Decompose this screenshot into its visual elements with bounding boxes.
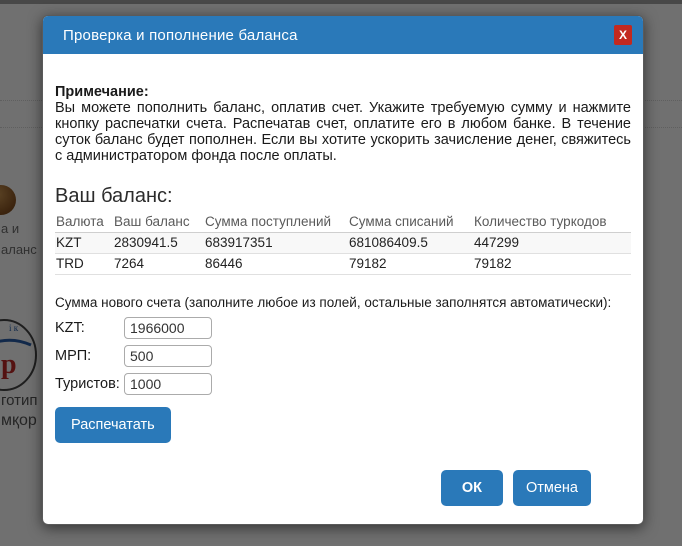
col-header-currency: Валюта <box>55 212 113 233</box>
cell-writeoff: 79182 <box>348 254 473 275</box>
balance-table: Валюта Ваш баланс Сумма поступлений Сумм… <box>55 212 631 275</box>
cell-tourcodes: 79182 <box>473 254 631 275</box>
dialog-titlebar[interactable]: Проверка и пополнение баланса X <box>43 16 643 54</box>
col-header-balance: Ваш баланс <box>113 212 204 233</box>
cell-balance: 7264 <box>113 254 204 275</box>
mrp-label: МРП: <box>55 348 124 364</box>
cell-tourcodes: 447299 <box>473 233 631 254</box>
form-row-tourists: Туристов: <box>55 373 631 395</box>
new-invoice-label: Сумма нового счета (заполните любое из п… <box>55 295 615 311</box>
kzt-label: KZT: <box>55 320 124 336</box>
invoice-form: KZT: МРП: Туристов: <box>55 317 631 395</box>
ok-button[interactable]: ОК <box>441 470 503 506</box>
cell-currency: TRD <box>55 254 113 275</box>
dialog-footer: ОК Отмена <box>441 470 591 506</box>
note-heading: Примечание: <box>55 84 631 100</box>
cell-income: 86446 <box>204 254 348 275</box>
cell-writeoff: 681086409.5 <box>348 233 473 254</box>
tourists-input[interactable] <box>124 373 212 395</box>
note-text: Вы можете пополнить баланс, оплатив счет… <box>55 100 631 164</box>
table-row: TRD 7264 86446 79182 79182 <box>55 254 631 275</box>
col-header-income: Сумма поступлений <box>204 212 348 233</box>
balance-dialog: Проверка и пополнение баланса X Примечан… <box>42 15 644 525</box>
cell-income: 683917351 <box>204 233 348 254</box>
col-header-writeoff: Сумма списаний <box>348 212 473 233</box>
balance-heading: Ваш баланс: <box>55 185 631 208</box>
cancel-button[interactable]: Отмена <box>513 470 591 506</box>
dialog-body: Примечание: Вы можете пополнить баланс, … <box>43 54 643 443</box>
balance-table-header-row: Валюта Ваш баланс Сумма поступлений Сумм… <box>55 212 631 233</box>
table-row: KZT 2830941.5 683917351 681086409.5 4472… <box>55 233 631 254</box>
dialog-title: Проверка и пополнение баланса <box>63 27 298 44</box>
form-row-mrp: МРП: <box>55 345 631 367</box>
mrp-input[interactable] <box>124 345 212 367</box>
cell-currency: KZT <box>55 233 113 254</box>
col-header-tourcodes: Количество туркодов <box>473 212 631 233</box>
close-icon[interactable]: X <box>614 25 632 45</box>
tourists-label: Туристов: <box>55 376 124 392</box>
print-button[interactable]: Распечатать <box>55 407 171 443</box>
cell-balance: 2830941.5 <box>113 233 204 254</box>
form-row-kzt: KZT: <box>55 317 631 339</box>
kzt-input[interactable] <box>124 317 212 339</box>
